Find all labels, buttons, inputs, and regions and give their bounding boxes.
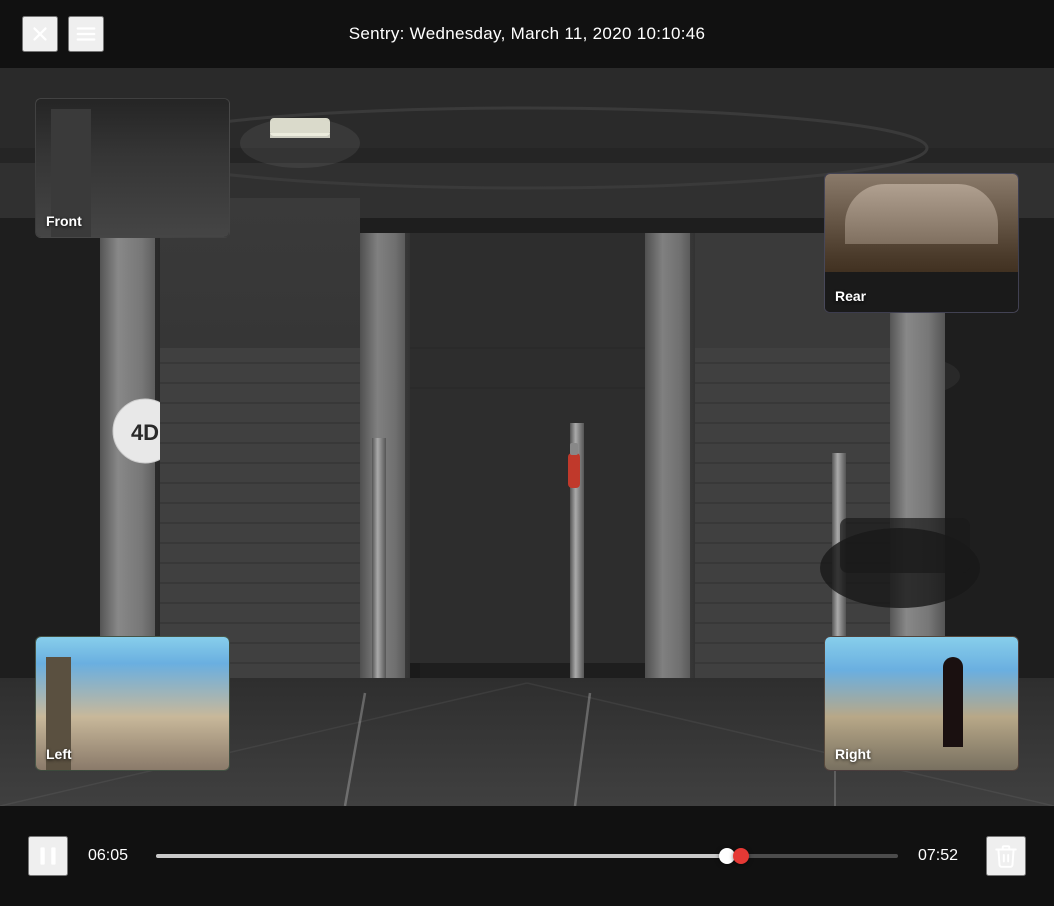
menu-button[interactable] — [68, 16, 104, 52]
thumbnail-right-label: Right — [835, 746, 871, 762]
controls-bar: 06:05 07:52 — [0, 806, 1054, 906]
thumbnail-left-label: Left — [46, 746, 72, 762]
thumbnail-rear[interactable]: Rear — [824, 173, 1019, 313]
header-bar: Sentry: Wednesday, March 11, 2020 10:10:… — [0, 0, 1054, 68]
total-time: 07:52 — [918, 847, 966, 865]
delete-button[interactable] — [986, 836, 1026, 876]
header-title: Sentry: Wednesday, March 11, 2020 10:10:… — [349, 24, 706, 44]
thumbnail-left[interactable]: Left — [35, 636, 230, 771]
thumbnail-rear-label: Rear — [835, 288, 866, 304]
progress-fill — [156, 854, 727, 858]
progress-thumb-red — [733, 848, 749, 864]
current-time: 06:05 — [88, 847, 136, 865]
thumbnail-right[interactable]: Right — [824, 636, 1019, 771]
thumbnail-front-label: Front — [46, 213, 82, 229]
play-pause-button[interactable] — [28, 836, 68, 876]
close-button[interactable] — [22, 16, 58, 52]
svg-text:4D: 4D — [131, 420, 159, 445]
progress-bar-container[interactable] — [156, 854, 898, 858]
main-video-area: 4D — [0, 68, 1054, 806]
thumbnail-front[interactable]: Front — [35, 98, 230, 238]
progress-track[interactable] — [156, 854, 898, 858]
